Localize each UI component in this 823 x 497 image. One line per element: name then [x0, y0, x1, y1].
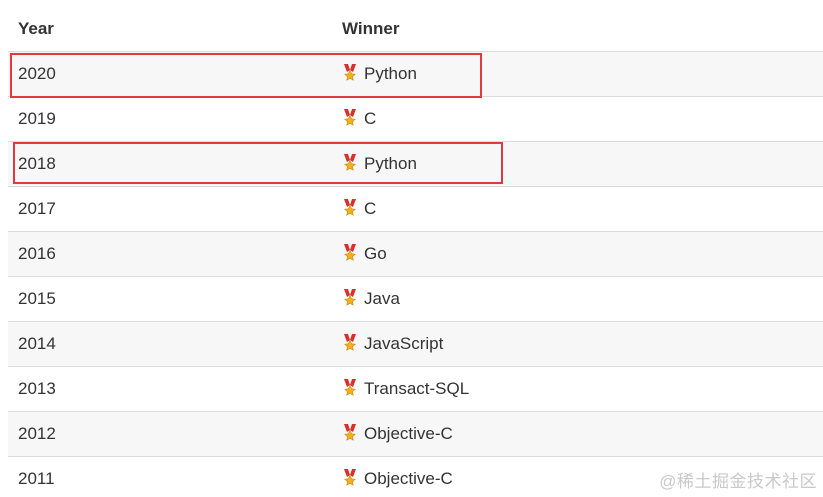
- winner-cell: Transact-SQL: [332, 366, 823, 412]
- year-cell: 2011: [8, 456, 332, 497]
- winner-label: Transact-SQL: [364, 379, 470, 398]
- table-row: 2015 Java: [8, 276, 823, 322]
- winner-label: Java: [364, 289, 400, 308]
- table-body: 2020 Python 2019 C 2018 Python 2017 C 2016 Go 2015…: [8, 51, 823, 497]
- table-header-row: Year Winner: [8, 6, 823, 52]
- winner-label: Objective-C: [364, 469, 453, 488]
- medal-icon: [342, 244, 358, 262]
- medal-icon: [342, 289, 358, 307]
- winner-cell: Python: [332, 141, 823, 187]
- column-header-year: Year: [8, 6, 332, 52]
- year-cell: 2018: [8, 141, 332, 187]
- year-cell: 2013: [8, 366, 332, 412]
- year-cell: 2017: [8, 186, 332, 232]
- column-header-winner: Winner: [332, 6, 823, 52]
- medal-icon: [342, 154, 358, 172]
- medal-icon: [342, 424, 358, 442]
- year-cell: 2016: [8, 231, 332, 277]
- medal-icon: [342, 64, 358, 82]
- winner-cell: Java: [332, 276, 823, 322]
- winner-label: C: [364, 109, 377, 128]
- winner-label: Python: [364, 154, 417, 173]
- year-cell: 2020: [8, 51, 332, 97]
- table-row: 2016 Go: [8, 231, 823, 277]
- table-row: 2017 C: [8, 186, 823, 232]
- winner-cell: C: [332, 186, 823, 232]
- medal-icon: [342, 334, 358, 352]
- winners-table: Year Winner 2020 Python 2019 C 2018 Python 201…: [8, 6, 823, 497]
- table-row: 2014 JavaScript: [8, 321, 823, 367]
- winner-cell: C: [332, 96, 823, 142]
- winner-label: Go: [364, 244, 387, 263]
- winner-label: C: [364, 199, 377, 218]
- winner-label: Python: [364, 64, 417, 83]
- winner-cell: Go: [332, 231, 823, 277]
- table-row: 2012 Objective-C: [8, 411, 823, 457]
- table-row: 2020 Python: [8, 51, 823, 97]
- medal-icon: [342, 469, 358, 487]
- medal-icon: [342, 109, 358, 127]
- year-cell: 2014: [8, 321, 332, 367]
- winner-label: JavaScript: [364, 334, 444, 353]
- year-cell: 2012: [8, 411, 332, 457]
- winner-label: Objective-C: [364, 424, 453, 443]
- table-row: 2013 Transact-SQL: [8, 366, 823, 412]
- year-cell: 2015: [8, 276, 332, 322]
- page: Year Winner 2020 Python 2019 C 2018 Python 201…: [0, 0, 823, 497]
- table-row: 2019 C: [8, 96, 823, 142]
- table-row: 2018 Python: [8, 141, 823, 187]
- medal-icon: [342, 199, 358, 217]
- medal-icon: [342, 379, 358, 397]
- watermark: @稀土掘金技术社区: [659, 472, 817, 491]
- winner-cell: JavaScript: [332, 321, 823, 367]
- winner-cell: Objective-C: [332, 411, 823, 457]
- year-cell: 2019: [8, 96, 332, 142]
- winner-cell: Python: [332, 51, 823, 97]
